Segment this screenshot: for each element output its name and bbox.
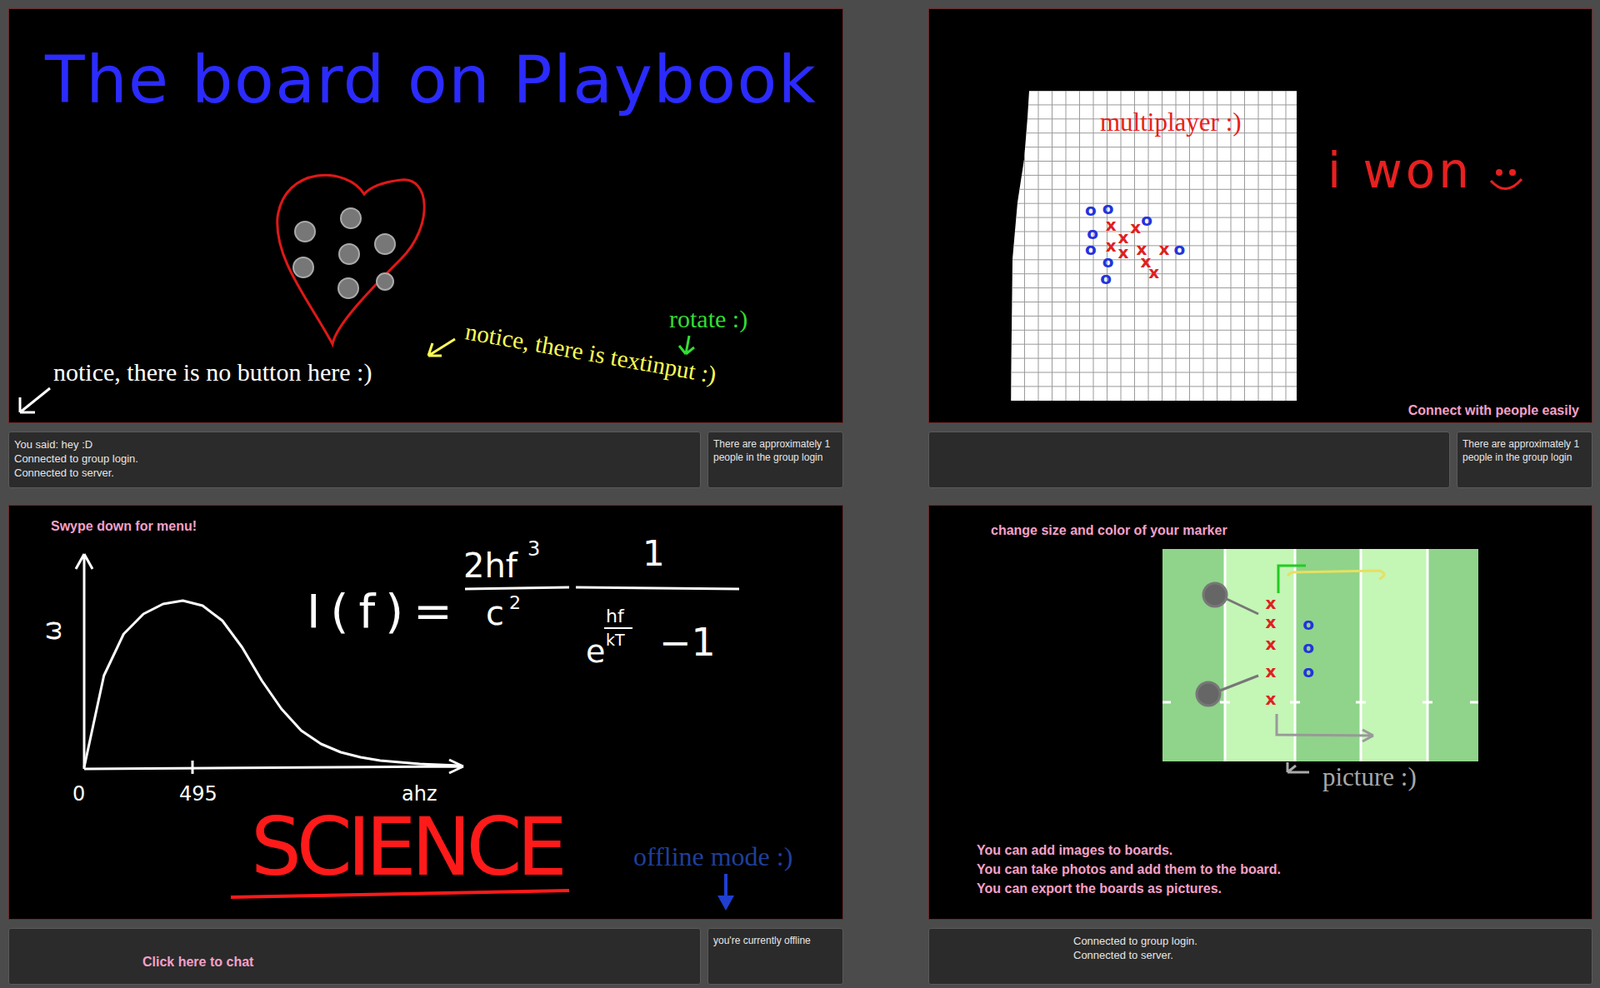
science-quadrant: Swype down for menu!ω0495ahzI(f)=2hf3c21… <box>8 505 844 988</box>
player-mark: x <box>1265 661 1277 682</box>
status-box: There are approximately 1 people in the … <box>707 431 844 489</box>
player-mark: o <box>1302 661 1315 682</box>
game-mark: o <box>1085 200 1097 220</box>
chart-axes <box>75 554 464 775</box>
board-title: The board on Playbook <box>44 42 816 118</box>
bottom-bar: You said: hey :DConnected to group login… <box>8 431 844 489</box>
marker-hint: change size and color of your marker <box>990 523 1228 538</box>
chat-line: Connected to group login. <box>1073 934 1587 949</box>
game-mark: x <box>1148 262 1160 283</box>
formula-lhs: I(f)= <box>306 584 453 639</box>
player-mark: x <box>1265 612 1277 633</box>
arrow-left-icon <box>428 339 455 356</box>
game-mark: o <box>1173 239 1185 260</box>
game-mark: o <box>1100 268 1112 289</box>
app-window: The board on Playbook notice, there is no… <box>0 0 1600 988</box>
formula-term: −1 <box>659 620 716 665</box>
chat-line: Connected to group login. <box>14 451 695 466</box>
chat-line: You said: hey :D <box>14 437 695 452</box>
chart: ω0495ahz <box>37 554 464 806</box>
win-message: i won <box>1327 142 1470 200</box>
formula-term: e <box>585 633 605 670</box>
offline-note: offline mode :) <box>633 841 793 872</box>
science-title: SCIENCE <box>250 800 568 895</box>
arrow-down-left-icon <box>20 388 50 413</box>
grid-paper <box>1010 90 1300 401</box>
bottom-bar: Click here to chatyou're currently offli… <box>8 928 844 985</box>
chat-log[interactable]: Connected to group login.Connected to se… <box>928 928 1593 985</box>
picture-board[interactable]: change size and color of your markerxxxx… <box>928 505 1593 920</box>
chat-log[interactable] <box>928 431 1450 489</box>
x-tick-label: 495 <box>179 782 218 806</box>
arrow-up-left-icon <box>1287 762 1310 773</box>
arrow-down-icon <box>717 874 735 911</box>
arrow-down-icon <box>679 335 695 355</box>
formula-term: c <box>485 594 505 633</box>
bottom-bar: There are approximately 1 people in the … <box>928 431 1593 489</box>
multiplayer-board[interactable]: multiplayer :)ooooooooxxxxxxxxxi wonConn… <box>928 8 1593 424</box>
board-canvas[interactable]: Swype down for menu!ω0495ahzI(f)=2hf3c21… <box>9 505 843 920</box>
game-mark: o <box>1140 210 1153 230</box>
caption: Connect with people easily <box>1408 403 1580 418</box>
formula-term: 2hf <box>463 546 519 585</box>
chat-line: Connected to server. <box>14 465 695 480</box>
picture-caption: picture :) <box>1322 762 1417 792</box>
status-box: you're currently offline <box>707 928 844 985</box>
chat-line: Connected to server. <box>1073 948 1587 963</box>
grid-label: multiplayer :) <box>1100 107 1242 137</box>
bottom-bar: Connected to group login.Connected to se… <box>928 928 1593 985</box>
y-axis-label: ω <box>37 620 67 641</box>
game-mark: x <box>1117 242 1129 263</box>
board-canvas[interactable]: multiplayer :)ooooooooxxxxxxxxxi wonConn… <box>929 9 1592 423</box>
note-text: notice, there is no button here :) <box>53 358 372 387</box>
player-mark: o <box>1302 614 1315 635</box>
player-mark: x <box>1265 634 1277 655</box>
player-mark: x <box>1265 593 1277 614</box>
chat-input[interactable]: Click here to chat <box>8 928 701 985</box>
formula-term: hf <box>605 605 625 627</box>
note-text: rotate :) <box>669 305 748 334</box>
multiplayer-quadrant: multiplayer :)ooooooooxxxxxxxxxi wonConn… <box>928 8 1593 492</box>
board-canvas[interactable]: The board on Playbook notice, there is no… <box>9 9 843 423</box>
feature-line: You can add images to boards. <box>976 843 1173 858</box>
drawing-quadrant: The board on Playbook notice, there is no… <box>8 8 844 492</box>
game-mark: x <box>1105 215 1117 235</box>
underline <box>230 890 570 898</box>
player-mark: x <box>1265 689 1277 710</box>
play-doodles <box>1196 565 1385 742</box>
x-tick-label: 0 <box>72 782 85 806</box>
game-mark: x <box>1105 235 1117 256</box>
feature-line: You can export the boards as pictures. <box>976 881 1222 896</box>
smiley-icon <box>1490 170 1522 190</box>
drawing-board[interactable]: The board on Playbook notice, there is no… <box>8 8 844 424</box>
feature-line: You can take photos and add them to the … <box>976 862 1281 877</box>
formula-term: kT <box>605 630 625 650</box>
player-mark: o <box>1302 637 1315 658</box>
menu-hint: Swype down for menu! <box>50 519 197 534</box>
status-box: There are approximately 1 people in the … <box>1456 431 1593 489</box>
stone-doodles <box>293 208 395 299</box>
field-picture <box>1162 549 1479 762</box>
heart-doodle <box>277 175 425 345</box>
game-mark: x <box>1158 239 1170 260</box>
game-mark: o <box>1085 239 1097 260</box>
formula-term: 2 <box>509 592 521 614</box>
picture-quadrant: change size and color of your markerxxxx… <box>928 505 1593 988</box>
game-mark: x <box>1130 217 1141 238</box>
board-canvas[interactable]: change size and color of your markerxxxx… <box>929 505 1592 920</box>
science-board[interactable]: Swype down for menu!ω0495ahzI(f)=2hf3c21… <box>8 505 844 920</box>
formula-term: 1 <box>642 533 665 575</box>
formula: I(f)= 2hf 3 c2 1 ehf kT −1 <box>306 533 740 670</box>
formula-term: 3 <box>527 537 540 561</box>
chat-log[interactable]: You said: hey :DConnected to group login… <box>8 431 701 489</box>
